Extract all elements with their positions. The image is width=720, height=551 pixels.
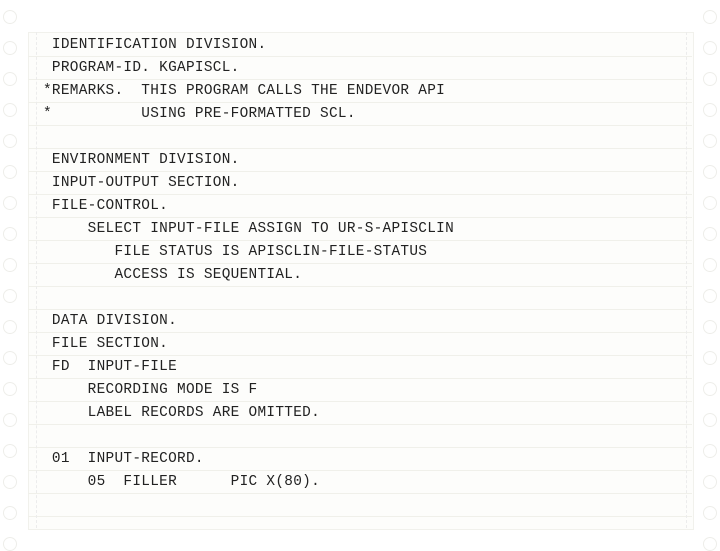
tractor-hole: [703, 165, 717, 179]
tractor-hole: [3, 320, 17, 334]
tractor-hole: [703, 537, 717, 551]
tractor-hole: [703, 320, 717, 334]
tractor-hole: [3, 41, 17, 55]
code-line: *REMARKS. THIS PROGRAM CALLS THE ENDEVOR…: [43, 83, 446, 99]
tractor-hole: [703, 413, 717, 427]
tractor-hole: [703, 134, 717, 148]
code-line: 05 FILLER PIC X(80).: [43, 474, 321, 490]
code-line: ENVIRONMENT DIVISION.: [43, 152, 240, 168]
code-line: FILE-CONTROL.: [43, 198, 169, 214]
tractor-hole: [3, 258, 17, 272]
tractor-hole: [703, 196, 717, 210]
code-line: LABEL RECORDS ARE OMITTED.: [43, 405, 321, 421]
tractor-hole: [3, 72, 17, 86]
cobol-listing: IDENTIFICATION DIVISION. PROGRAM-ID. KGA…: [43, 34, 454, 494]
code-line: DATA DIVISION.: [43, 313, 178, 329]
paper-band-line: [28, 493, 692, 517]
paper-band-line: [28, 516, 692, 540]
tractor-hole: [703, 351, 717, 365]
code-line: RECORDING MODE IS F: [43, 382, 258, 398]
code-line: FD INPUT-FILE: [43, 359, 178, 375]
tractor-hole: [3, 413, 17, 427]
tractor-hole: [3, 196, 17, 210]
code-line: 01 INPUT-RECORD.: [43, 451, 204, 467]
code-line: * USING PRE-FORMATTED SCL.: [43, 106, 356, 122]
tractor-hole: [3, 103, 17, 117]
tractor-hole: [3, 351, 17, 365]
code-line: IDENTIFICATION DIVISION.: [43, 37, 267, 53]
tractor-hole: [3, 10, 17, 24]
tractor-hole: [703, 72, 717, 86]
tractor-hole: [703, 10, 717, 24]
tractor-hole: [3, 165, 17, 179]
perforation-left: [36, 32, 37, 528]
tractor-hole: [3, 537, 17, 551]
tractor-hole: [703, 382, 717, 396]
tractor-hole: [3, 134, 17, 148]
tractor-hole: [703, 103, 717, 117]
tractor-hole: [703, 41, 717, 55]
tractor-hole: [703, 506, 717, 520]
code-line: PROGRAM-ID. KGAPISCL.: [43, 60, 240, 76]
tractor-hole: [3, 506, 17, 520]
tractor-holes-left: [0, 0, 20, 551]
tractor-hole: [3, 382, 17, 396]
tractor-hole: [703, 258, 717, 272]
code-line: INPUT-OUTPUT SECTION.: [43, 175, 240, 191]
tractor-holes-right: [700, 0, 720, 551]
tractor-hole: [703, 227, 717, 241]
code-line: ACCESS IS SEQUENTIAL.: [43, 267, 303, 283]
perforation-right: [686, 32, 687, 528]
tractor-hole: [703, 444, 717, 458]
tractor-hole: [3, 227, 17, 241]
tractor-hole: [3, 289, 17, 303]
tractor-hole: [703, 475, 717, 489]
code-line: FILE SECTION.: [43, 336, 169, 352]
tractor-hole: [3, 444, 17, 458]
code-line: SELECT INPUT-FILE ASSIGN TO UR-S-APISCLI…: [43, 221, 455, 237]
tractor-hole: [3, 475, 17, 489]
tractor-hole: [703, 289, 717, 303]
code-line: FILE STATUS IS APISCLIN-FILE-STATUS: [43, 244, 428, 260]
